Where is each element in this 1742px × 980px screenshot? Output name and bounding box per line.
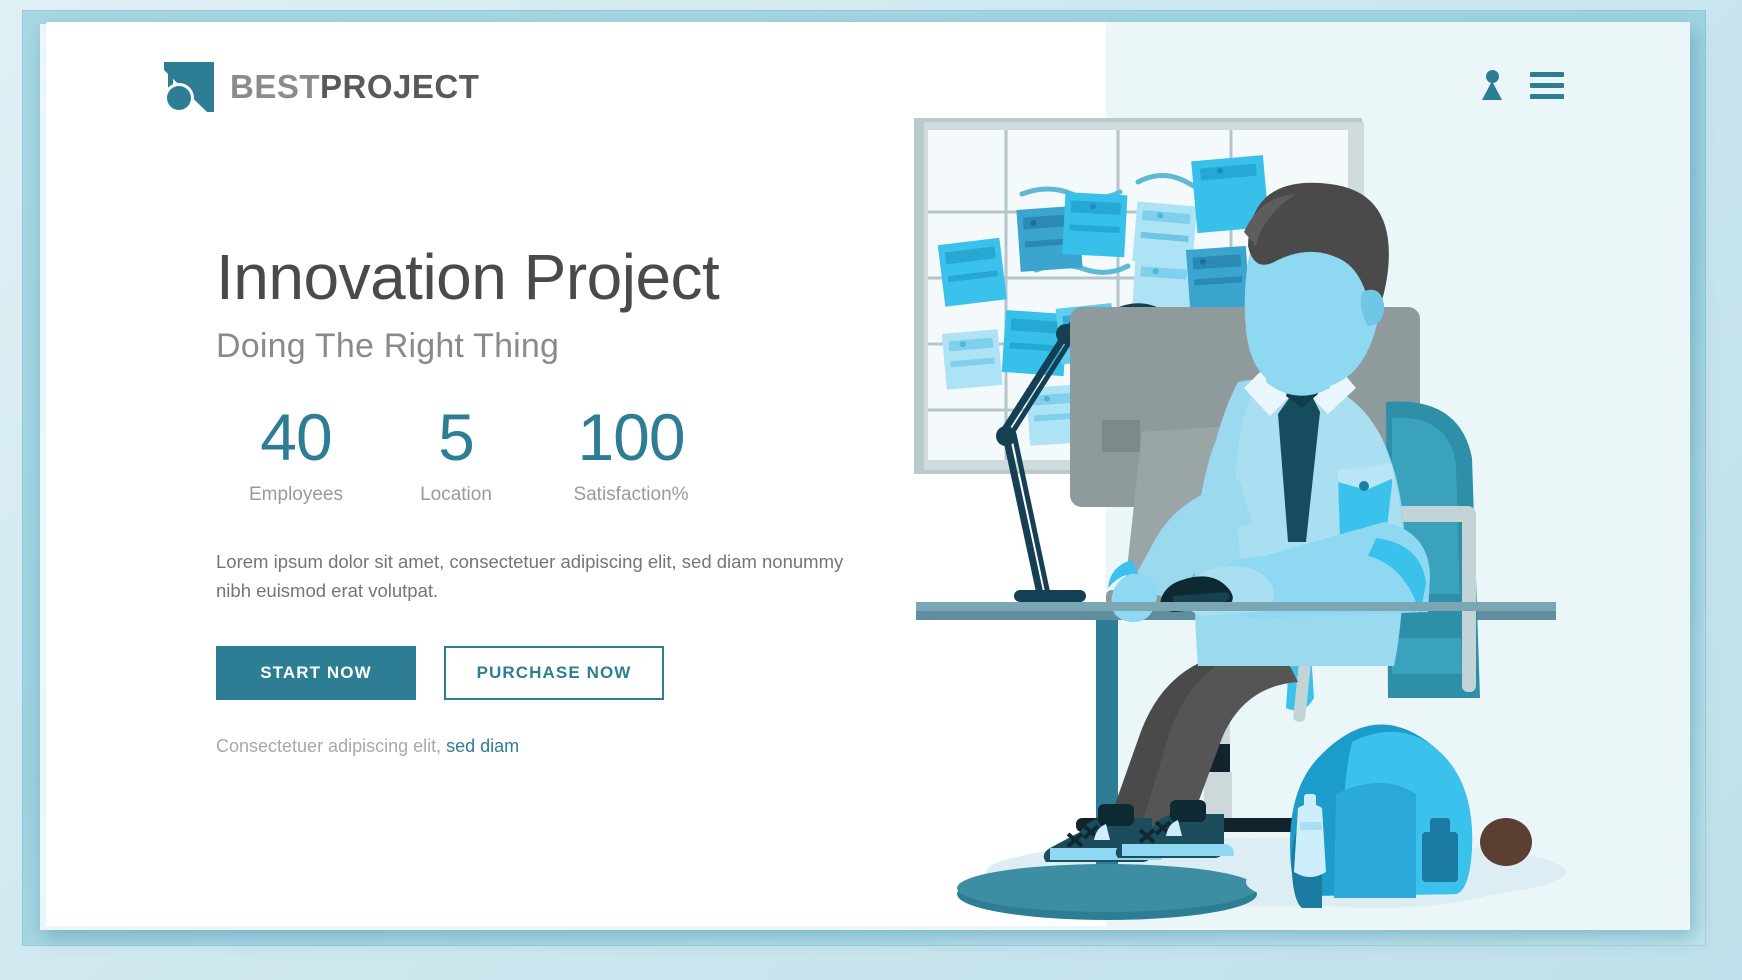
hero-paragraph: Lorem ipsum dolor sit amet, consectetuer… bbox=[216, 551, 844, 601]
stat-value: 100 bbox=[577, 400, 685, 475]
page-title: Innovation Project bbox=[216, 241, 720, 313]
stats-row: 40 Employees 5 Location 100 Satisfaction… bbox=[216, 404, 916, 506]
landing-page: BESTPROJECT Innovation Project Doing The… bbox=[0, 0, 1742, 980]
stat-label: Satisfaction% bbox=[573, 484, 689, 506]
brand-logo[interactable]: BESTPROJECT bbox=[164, 62, 479, 112]
brand-name-part1: BEST bbox=[230, 68, 321, 105]
page-canvas: BESTPROJECT Innovation Project Doing The… bbox=[46, 22, 1690, 926]
footnote-link[interactable]: sed diam bbox=[446, 736, 519, 756]
stat-value: 5 bbox=[438, 400, 475, 475]
stat-label: Location bbox=[420, 484, 492, 506]
purchase-now-button[interactable]: PURCHASE NOW bbox=[444, 645, 664, 700]
page-subtitle: Doing The Right Thing bbox=[216, 327, 560, 366]
footnote-text: Consectetuer adipiscing elit, bbox=[216, 735, 447, 756]
footnote: Consectetuer adipiscing elit, sed diam bbox=[216, 736, 916, 757]
stat-label: Employees bbox=[249, 484, 343, 506]
start-now-button[interactable]: START NOW bbox=[216, 645, 416, 700]
triangle-circle-logo-icon bbox=[164, 62, 214, 112]
backpack-with-water-bottle bbox=[1246, 724, 1532, 908]
brand-name-part2: PROJECT bbox=[320, 68, 480, 105]
stat-value: 40 bbox=[260, 400, 332, 475]
stat-employees: 40 Employees bbox=[216, 404, 376, 506]
cta-button-group: START NOW PURCHASE NOW bbox=[216, 645, 916, 700]
brand-name: BESTPROJECT bbox=[230, 68, 479, 106]
stat-location: 5 Location bbox=[376, 404, 536, 506]
man-at-desk-with-kanban-board-illustration bbox=[906, 82, 1690, 926]
stat-satisfaction: 100 Satisfaction% bbox=[536, 404, 726, 506]
hero-section: Innovation Project Doing The Right Thing… bbox=[216, 241, 916, 757]
